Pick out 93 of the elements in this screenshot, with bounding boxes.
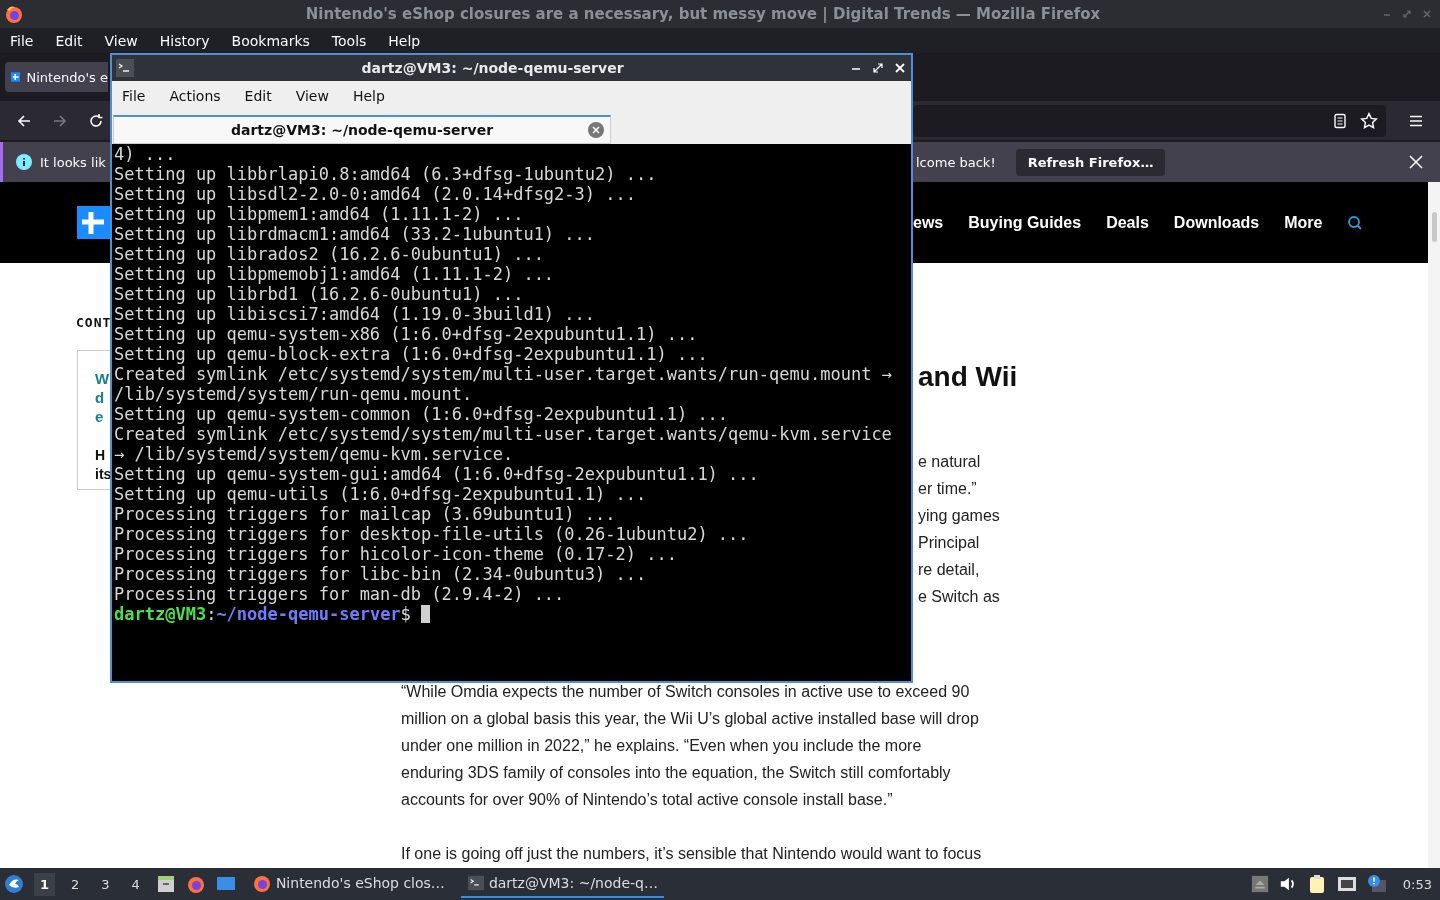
window-title: dartz@VM3: ~/node-qemu-server (360, 60, 625, 76)
article-text: ying games (918, 506, 1000, 526)
terminal-output-line: Setting up qemu-utils (1:6.0+dfsg-2expubuntu1.1) ... (114, 484, 647, 504)
terminal-output-line: Setting up qemu-block-extra (1:6.0+dfsg-2expubuntu1.1) ... (114, 344, 708, 364)
contents-label: CONT (76, 315, 110, 330)
workspace-button[interactable]: 4 (125, 872, 146, 896)
menu-item[interactable]: View (295, 88, 329, 104)
refresh-firefox-button[interactable]: Refresh Firefox… (1015, 148, 1166, 176)
menu-item[interactable]: History (159, 32, 210, 49)
contents-link[interactable]: e (95, 407, 104, 426)
terminal-output-line: Processing triggers for man-db (2.9.4-2) ... (114, 584, 565, 604)
menu-item[interactable]: Bookmarks (231, 32, 310, 49)
article-text: re detail, (918, 560, 980, 580)
terminal-output-line: Created symlink /etc/systemd/system/multi-user.target.wants/qemu-kvm.service (114, 424, 892, 444)
site-nav-link[interactable]: ews (913, 213, 944, 232)
workspace-button[interactable]: 2 (65, 872, 86, 896)
menu-item[interactable]: Help (352, 88, 385, 104)
terminal-output-line: Processing triggers for hicolor-icon-theme (0.17-2) ... (114, 544, 677, 564)
site-nav-link[interactable]: More (1284, 213, 1323, 232)
terminal-output-line: Setting up librados2 (16.2.6-0ubuntu1) ... (114, 244, 544, 264)
contents-text: H (95, 446, 106, 465)
menu-item[interactable]: Edit (55, 32, 83, 49)
contents-text: its (95, 465, 110, 484)
network-icon[interactable] (1336, 874, 1357, 894)
terminal-output-line: Created symlink /etc/systemd/system/multi-user.target.wants/run-qemu.mount → (114, 364, 892, 384)
terminal-output-line: Setting up libpmemobj1:amd64 (1.11.1-2) ... (114, 264, 555, 284)
menu-item[interactable]: File (10, 32, 34, 49)
article-text: Principal (918, 533, 980, 553)
terminal-icon (116, 59, 134, 77)
terminal-output-line: 4) ... (114, 144, 176, 164)
terminal-output-line: Setting up qemu-system-x86 (1:6.0+dfsg-2expubuntu1.1) ... (114, 324, 698, 344)
file-cabinet-icon[interactable] (155, 874, 176, 894)
menu-item[interactable]: Tools (331, 32, 367, 49)
terminal-output-line: Processing triggers for desktop-file-utils (0.26-1ubuntu2) ... (114, 524, 749, 544)
article-heading: and Wii (918, 361, 1018, 393)
terminal-icon (466, 874, 485, 892)
firefox-icon (4, 4, 24, 24)
menu-item[interactable]: View (104, 32, 138, 49)
scrollbar-thumb[interactable] (1432, 212, 1437, 242)
menu-item[interactable]: Edit (244, 88, 272, 104)
contents-link[interactable]: W (95, 369, 110, 388)
volume-icon[interactable] (1278, 875, 1297, 893)
site-logo-icon[interactable] (77, 206, 110, 239)
terminal-tab[interactable]: dartz@VM3: ~/node-qemu-server (113, 115, 611, 144)
terminal-prompt: dartz@VM3:~/node-qemu-server$ (114, 604, 411, 624)
terminal-output-line: /lib/systemd/system/run-qemu.mount. (114, 384, 473, 404)
article-paragraph: “While Omdia expects the number of Switch consoles in active use to exceed 90 million on a global basis this year, the Wii U’s global active installed base will drop under one million in 2022,” he explains. “Even when you include the more enduring 3DS family of consoles into the equation, the Switch still comfortably accounts for over 90% of Nintendo’s total active console install base.” (401, 682, 979, 810)
start-menu-icon[interactable] (4, 874, 24, 894)
firefox-icon (251, 873, 272, 893)
terminal-output-line: Setting up libpmem1:amd64 (1.11.1-2) ... (114, 204, 524, 224)
close-tab-icon[interactable] (588, 122, 604, 138)
menu-item[interactable]: Help (388, 32, 421, 49)
article-text: e natural (918, 452, 981, 472)
site-nav-link[interactable]: Downloads (1173, 213, 1260, 232)
clock: 0:53 (1402, 876, 1432, 892)
search-icon[interactable] (1347, 214, 1364, 231)
notification-message: It looks lik (40, 154, 106, 170)
terminal-output-line: → /lib/systemd/system/qemu-kvm.service. (114, 444, 514, 464)
browser-tab[interactable]: Nintendo's e (5, 62, 108, 92)
taskbar-task[interactable]: dartz@VM3: ~/node-q… (460, 870, 664, 898)
url-field[interactable] (913, 104, 1386, 137)
back-arrow-icon[interactable] (16, 112, 32, 129)
text-cursor (420, 605, 430, 623)
terminal-output-line: Setting up libbrlapi0.8:amd64 (6.3+dfsg-1ubuntu2) ... (114, 164, 657, 184)
terminal-output-line: Setting up librbd1 (16.2.6-0ubuntu1) ... (114, 284, 524, 304)
info-icon (16, 154, 32, 170)
workspace-button[interactable]: 3 (95, 872, 116, 896)
site-favicon-icon (11, 69, 21, 85)
menu-item[interactable]: Actions (169, 88, 221, 104)
taskbar-task[interactable]: Nintendo's eShop clos… (245, 869, 451, 899)
star-icon[interactable] (1360, 111, 1378, 130)
window-title: Nintendo's eShop closures are a necessary, but messy move | Digital Trends — Mozilla Firefox (304, 5, 1102, 23)
workspace-button[interactable]: 1 (34, 872, 56, 896)
notification-message: lcome back! (916, 154, 996, 170)
terminal-output-line: Setting up qemu-system-common (1:6.0+dfsg-2expubuntu1.1) ... (114, 404, 729, 424)
menu-item[interactable]: File (122, 88, 146, 104)
site-nav-link[interactable]: Buying Guides (968, 213, 1082, 232)
terminal-output-line: Processing triggers for libc-bin (2.34-0ubuntu3) ... (114, 564, 647, 584)
terminal-output-line: Setting up libsdl2-2.0-0:amd64 (2.0.14+dfsg2-3) ... (114, 184, 636, 204)
firefox-icon[interactable] (185, 874, 206, 894)
terminal-output-line: Setting up qemu-system-gui:amd64 (1:6.0+dfsg-2expubuntu1.1) ... (114, 464, 759, 484)
eject-icon[interactable] (1250, 875, 1269, 893)
site-nav-link[interactable]: Deals (1106, 213, 1149, 232)
terminal-output-line: Setting up librdmacm1:amd64 (33.2-1ubuntu1) ... (114, 224, 596, 244)
article-text: er time.” (918, 479, 977, 499)
contents-link[interactable]: d (95, 388, 105, 407)
article-text: e Switch as (918, 587, 1000, 607)
reload-icon[interactable] (88, 112, 104, 129)
article-paragraph: If one is going off just the numbers, it’s sensible that Nintendo would want to focus (401, 844, 982, 864)
reader-view-icon[interactable] (1332, 112, 1348, 129)
terminal-output-line: Setting up libiscsi7:amd64 (1.19.0-3build1) ... (114, 304, 596, 324)
terminal-output-line: Processing triggers for mailcap (3.69ubuntu1) ... (114, 504, 616, 524)
notification-icon[interactable] (1366, 874, 1387, 894)
